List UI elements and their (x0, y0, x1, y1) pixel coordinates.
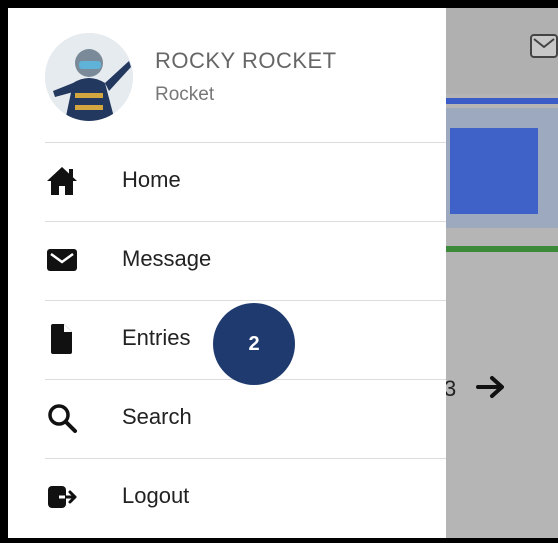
drawer-item-logout[interactable]: Logout (8, 458, 446, 536)
drawer-item-label: Logout (122, 483, 190, 508)
search-icon (45, 401, 79, 435)
drawer-item-label: Search (122, 404, 192, 429)
document-icon (45, 322, 79, 356)
user-subtitle: Rocket (155, 84, 215, 105)
drawer-profile: ROCKY ROCKET Rocket (8, 8, 446, 142)
drawer-item-search[interactable]: Search (8, 379, 446, 457)
background-green-bar (444, 246, 558, 252)
avatar[interactable] (45, 33, 133, 121)
arrow-right-icon[interactable] (474, 372, 508, 407)
home-icon (45, 164, 79, 198)
user-name: ROCKY ROCKET (155, 48, 337, 73)
background-card-image (450, 128, 538, 214)
drawer-item-label: Message (122, 246, 212, 271)
envelope-icon (45, 243, 79, 277)
drawer-item-label: Entries (122, 325, 191, 350)
drawer-item-label: Home (122, 167, 181, 192)
background-mail-icon (530, 34, 558, 58)
logout-icon (45, 480, 79, 514)
step-badge: 2 (213, 303, 295, 385)
drawer-item-message[interactable]: Message (8, 221, 446, 299)
drawer-item-home[interactable]: Home (8, 142, 446, 220)
background-blue-bar (444, 98, 558, 104)
navigation-drawer: ROCKY ROCKET Rocket Home Message Entries… (8, 8, 446, 538)
